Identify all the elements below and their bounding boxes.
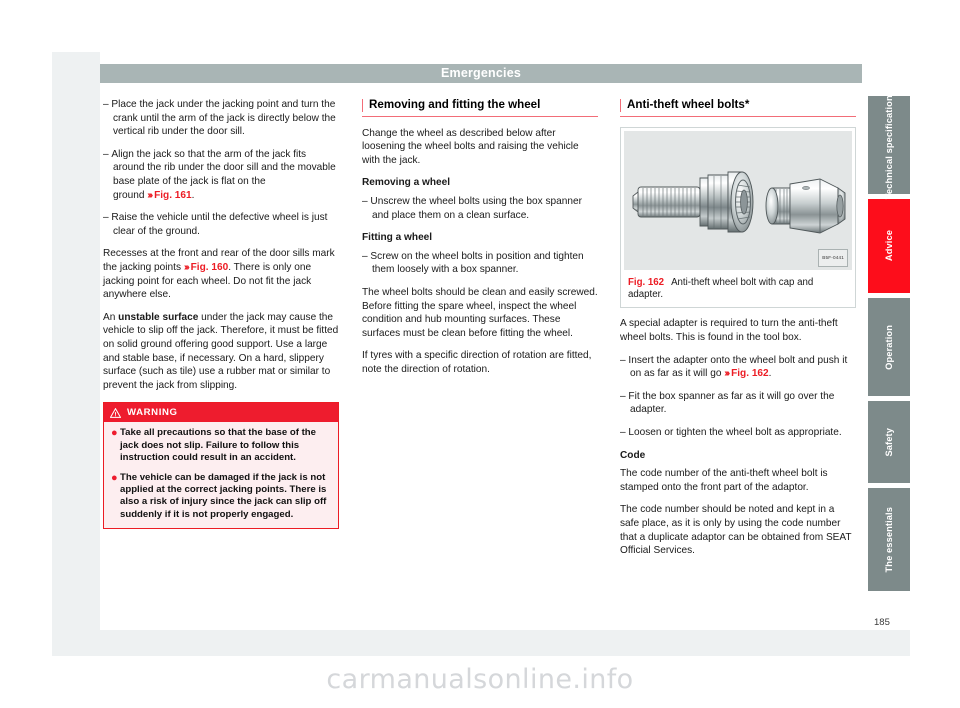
warning-box-header: WARNING: [104, 403, 338, 423]
figure-reference-link[interactable]: Fig. 161: [154, 190, 192, 201]
section-heading-removing-fitting: Removing and fitting the wheel: [362, 98, 598, 117]
warning-triangle-icon: [110, 407, 121, 418]
section-heading-anti-theft-bolts: Anti-theft wheel bolts*: [620, 98, 856, 117]
tab-advice[interactable]: Advice: [868, 199, 910, 293]
xref-chevron-icon: ›››: [147, 189, 153, 201]
xref-chevron-icon: ›››: [183, 261, 190, 273]
list-item-text: Loosen or tighten the wheel bolt as appr…: [628, 426, 842, 438]
warning-item: ● The vehicle can be damaged if the jack …: [111, 472, 331, 522]
subheading-removing-a-wheel: Removing a wheel: [362, 177, 451, 189]
page-header-title: Emergencies: [100, 64, 862, 83]
list-item-text: Align the jack so that the arm of the ja…: [111, 148, 336, 201]
warning-item-text: The vehicle can be damaged if the jack i…: [120, 471, 327, 520]
figure-image: B5F-0441: [624, 130, 852, 270]
chapter-tab-strip: Technical specifications Advice Operatio…: [868, 90, 910, 596]
tab-label: Advice: [884, 230, 894, 262]
figure-reference-link[interactable]: Fig. 160: [191, 262, 229, 273]
watermark: carmanualsonline.info: [326, 664, 634, 695]
paragraph-intro: Change the wheel as described below afte…: [362, 127, 579, 166]
figure-number: Fig. 162: [628, 276, 665, 288]
list-item: – Loosen or tighten the wheel bolt as ap…: [620, 426, 842, 438]
list-item-text: Screw on the wheel bolts in position and…: [370, 250, 584, 276]
bullet-icon: ●: [111, 471, 118, 484]
tab-the-essentials[interactable]: The essentials: [868, 488, 910, 591]
emphasis-text: unstable surface: [118, 311, 199, 323]
tab-label: The essentials: [884, 506, 894, 573]
subheading-code: Code: [620, 449, 646, 461]
paragraph-special-adapter: A special adapter is required to turn th…: [620, 318, 838, 343]
figure-162: B5F-0441 Fig. 162 Anti-theft wheel bolt w…: [620, 126, 856, 309]
list-item: – Unscrew the wheel bolts using the box …: [362, 195, 582, 221]
paragraph-code-safe-place: The code number should be noted and kept…: [620, 504, 852, 557]
left-column: – Place the jack under the jacking point…: [103, 98, 339, 530]
tab-label: Safety: [884, 427, 894, 457]
figure-caption: Fig. 162 Anti-theft wheel bolt with cap a…: [621, 273, 855, 308]
list-item: – Insert the adapter onto the wheel bolt…: [620, 354, 848, 380]
list-item: – Place the jack under the jacking point…: [103, 99, 336, 138]
subheading-fitting-a-wheel: Fitting a wheel: [362, 232, 433, 244]
figure-code-label: B5F-0441: [818, 249, 848, 267]
warning-box: WARNING ● Take all precautions so that th…: [103, 402, 339, 530]
xref-chevron-icon: ›››: [724, 368, 730, 380]
middle-column: Removing and fitting the wheel Change th…: [362, 98, 598, 377]
list-item-text: Unscrew the wheel bolts using the box sp…: [370, 195, 582, 221]
page-number: 185: [874, 617, 890, 628]
paragraph-recesses: Recesses at the front and rear of the do…: [103, 247, 339, 301]
tab-technical-specifications[interactable]: Technical specifications: [868, 90, 910, 200]
paragraph-unstable-surface: An unstable surface under the jack may c…: [103, 311, 339, 393]
tab-operation[interactable]: Operation: [868, 298, 910, 396]
tab-safety[interactable]: Safety: [868, 401, 910, 483]
paragraph-text: An: [103, 311, 119, 323]
paragraph-code-stamped: The code number of the anti-theft wheel …: [620, 468, 828, 493]
list-item-text: Fit the box spanner as far as it will go…: [628, 390, 835, 416]
paragraph-tyres-rotation: If tyres with a specific direction of ro…: [362, 350, 592, 375]
warning-box-body: ● Take all precautions so that the base o…: [104, 422, 338, 528]
list-item: – Raise the vehicle until the defective …: [103, 212, 328, 237]
list-item-text: Place the jack under the jacking point a…: [111, 99, 336, 138]
right-column: Anti-theft wheel bolts* B5F-0441 Fig. 16…: [620, 98, 856, 558]
list-item-text: Raise the vehicle until the defective wh…: [111, 212, 328, 237]
warning-item-text: Take all precautions so that the base of…: [120, 427, 317, 464]
paragraph-wheel-bolts: The wheel bolts should be clean and easi…: [362, 286, 598, 339]
figure-reference-link[interactable]: Fig. 162: [731, 368, 769, 379]
tab-label: Technical specifications: [884, 90, 894, 200]
warning-label: WARNING: [127, 406, 178, 418]
warning-item: ● Take all precautions so that the base o…: [111, 427, 331, 464]
list-item: – Screw on the wheel bolts in position a…: [362, 250, 584, 276]
list-item: – Align the jack so that the arm of the …: [103, 148, 336, 201]
bullet-icon: ●: [111, 427, 118, 440]
paragraph-text-cont: under the jack may cause the vehicle to …: [103, 311, 339, 391]
list-item: – Fit the box spanner as far as it will …: [620, 390, 835, 416]
tab-label: Operation: [884, 324, 894, 370]
